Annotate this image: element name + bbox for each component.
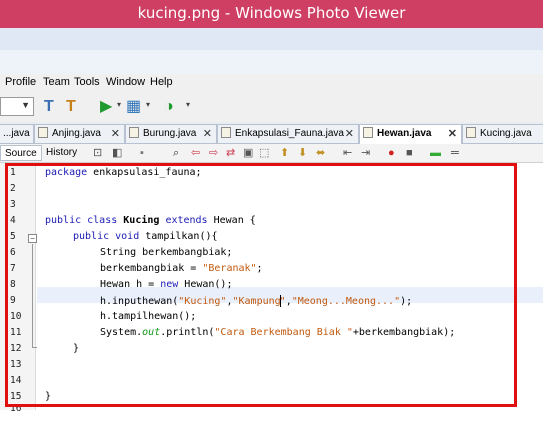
uncomment-icon[interactable]: ═ (451, 145, 459, 161)
menu-team[interactable]: Team (43, 76, 70, 88)
tab-burung[interactable]: Burung.java ✕ (125, 124, 217, 143)
clean-build-icon[interactable]: T (66, 96, 76, 118)
profile-dropdown-icon[interactable]: ▾ (186, 100, 190, 109)
find-selection-icon[interactable]: ⇄ (226, 145, 235, 161)
close-icon[interactable]: ✕ (111, 125, 120, 143)
find-next-icon[interactable]: ⇨ (209, 145, 218, 161)
stop-macro-icon[interactable]: ■ (406, 145, 413, 161)
next-bookmark-icon[interactable]: ⬇ (298, 145, 307, 161)
close-icon[interactable]: ✕ (203, 125, 212, 143)
menu-tools[interactable]: Tools (74, 76, 100, 88)
profile-icon[interactable]: ◑ (164, 96, 174, 118)
highlight-icon[interactable]: ▣ (243, 145, 253, 161)
close-icon[interactable]: ✕ (448, 125, 457, 143)
debug-dropdown-icon[interactable]: ▾ (146, 100, 150, 109)
menu-bar: Profile Team Tools Window Help (0, 74, 543, 92)
tab-kucing[interactable]: Kucing.java (462, 124, 543, 143)
run-icon[interactable]: ▶ (100, 96, 112, 118)
menu-window[interactable]: Window (106, 76, 145, 88)
find-icon[interactable]: ⌕ (173, 145, 179, 161)
annotation-highlight-box (5, 163, 517, 407)
shift-left-icon[interactable]: ⇤ (343, 145, 352, 161)
config-combo[interactable]: ▼ (0, 97, 34, 116)
tab-partial[interactable]: ...java (0, 124, 34, 143)
record-macro-icon[interactable]: ● (388, 145, 395, 161)
menu-help[interactable]: Help (150, 76, 173, 88)
run-dropdown-icon[interactable]: ▾ (117, 100, 121, 109)
java-file-icon (466, 126, 476, 138)
debug-icon[interactable]: ▦ (126, 96, 141, 118)
tab-hewan[interactable]: Hewan.java ✕ (359, 124, 462, 144)
java-file-icon (38, 126, 48, 138)
java-file-icon (221, 126, 231, 138)
java-file-icon (363, 126, 373, 138)
tab-anjing[interactable]: Anjing.java ✕ (34, 124, 125, 143)
viewer-subbar (0, 50, 543, 74)
prev-bookmark-icon[interactable]: ⬆ (280, 145, 289, 161)
window-title: kucing.png - Windows Photo Viewer (137, 4, 406, 22)
window-titlebar: kucing.png - Windows Photo Viewer (0, 0, 543, 28)
viewer-toolbar (0, 28, 543, 50)
editor-tabs: ...java Anjing.java ✕ Burung.java ✕ Enkaps… (0, 122, 543, 144)
rect-select-icon[interactable]: ⬚ (259, 145, 269, 161)
history-tab[interactable]: History (42, 145, 81, 161)
shift-right-icon[interactable]: ⇥ (361, 145, 370, 161)
chevron-down-icon: ▼ (21, 100, 30, 110)
source-tab[interactable]: Source (0, 145, 42, 161)
ide-toolbar: ▼ T T ▶ ▾ ▦ ▾ ◑ ▾ (0, 92, 543, 122)
editor-toolbar: Source History ⊡ ◧ ▪ ⌕ ⇦ ⇨ ⇄ ▣ ⬚ ⬆ ⬇ ⬌ ⇤… (0, 144, 543, 163)
tab-enkapsulasi-fauna[interactable]: Enkapsulasi_Fauna.java ✕ (217, 124, 359, 143)
menu-profile[interactable]: Profile (5, 76, 36, 88)
back-icon[interactable]: ◧ (112, 145, 122, 161)
last-edit-icon[interactable]: ⊡ (93, 145, 102, 161)
close-icon[interactable]: ✕ (345, 125, 354, 143)
find-prev-icon[interactable]: ⇦ (191, 145, 200, 161)
forward-icon[interactable]: ▪ (140, 145, 144, 161)
toggle-bookmark-icon[interactable]: ⬌ (316, 145, 325, 161)
java-file-icon (129, 126, 139, 138)
comment-icon[interactable]: ▬ (430, 145, 441, 161)
hammer-icon[interactable]: T (44, 96, 54, 118)
